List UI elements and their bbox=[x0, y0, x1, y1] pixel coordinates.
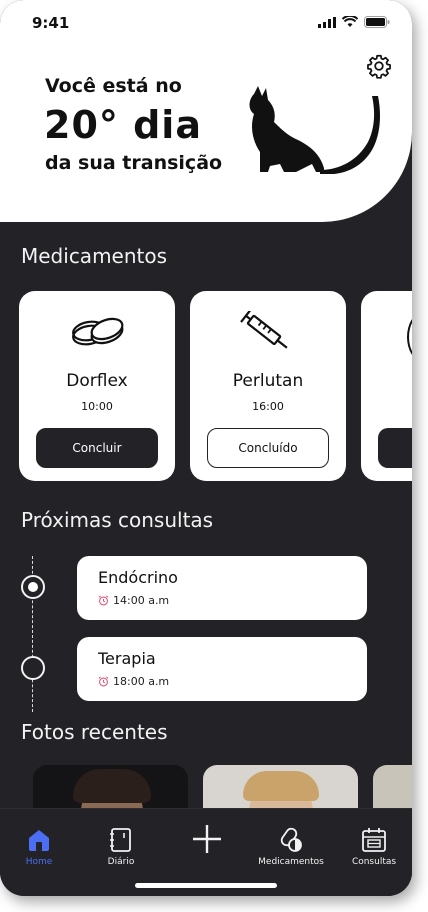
nav-add[interactable] bbox=[190, 823, 224, 855]
photos-title: Fotos recentes bbox=[21, 720, 168, 744]
timeline-dot-active bbox=[21, 575, 45, 599]
nav-medications[interactable]: Medicamentos bbox=[258, 827, 324, 867]
conclude-button[interactable]: Concluir bbox=[36, 428, 158, 468]
home-icon bbox=[29, 830, 49, 851]
portrait-hair bbox=[73, 769, 151, 803]
signal-icon bbox=[318, 16, 336, 28]
medication-card-dorflex[interactable]: Dorflex 10:00 Concluir bbox=[19, 291, 175, 481]
concluded-button[interactable]: Concluído bbox=[207, 428, 329, 468]
medication-button-partial[interactable] bbox=[378, 428, 412, 468]
appointment-time-text: 18:00 a.m bbox=[113, 675, 170, 688]
calendar-icon bbox=[362, 828, 386, 852]
settings-gear-icon[interactable] bbox=[366, 53, 392, 79]
diary-icon bbox=[110, 828, 131, 852]
capsule-icon bbox=[407, 313, 412, 361]
pills-icon bbox=[280, 827, 302, 852]
appointment-card-endocrino[interactable]: Endócrino 14:00 a.m bbox=[77, 556, 367, 620]
hero-caption: da sua transição bbox=[45, 152, 223, 174]
nav-home[interactable]: Home bbox=[24, 827, 54, 867]
appointment-time-text: 14:00 a.m bbox=[113, 594, 170, 607]
alarm-clock-icon bbox=[98, 676, 109, 687]
medication-card-partial[interactable] bbox=[361, 291, 412, 481]
wifi-icon bbox=[342, 16, 358, 27]
nav-label: Home bbox=[25, 857, 53, 867]
appointment-time: 14:00 a.m bbox=[98, 594, 169, 607]
plus-icon bbox=[193, 825, 221, 853]
status-icons bbox=[318, 16, 390, 28]
timeline-dot bbox=[21, 656, 45, 680]
nav-label: Consultas bbox=[351, 857, 397, 867]
hero-subtitle: Você está no bbox=[45, 75, 182, 97]
app-screen: 9:41 Você está no 20° dia da sua transiç… bbox=[0, 0, 412, 896]
portrait-hair bbox=[243, 771, 319, 801]
medication-card-perlutan[interactable]: Perlutan 16:00 Concluído bbox=[190, 291, 346, 481]
status-time: 9:41 bbox=[32, 14, 70, 32]
pills-icon bbox=[72, 317, 124, 346]
hero-card: 9:41 Você está no 20° dia da sua transiç… bbox=[0, 0, 412, 222]
nav-label: Medicamentos bbox=[258, 857, 324, 867]
syringe-icon bbox=[240, 311, 288, 349]
nav-appointments[interactable]: Consultas bbox=[350, 827, 398, 867]
nav-diary[interactable]: Diário bbox=[104, 827, 138, 867]
medication-name: Perlutan bbox=[232, 371, 304, 391]
medication-time: 16:00 bbox=[252, 400, 284, 413]
appointment-name: Terapia bbox=[98, 649, 156, 668]
appointments-title: Próximas consultas bbox=[21, 508, 214, 532]
hero-day-count: 20° dia bbox=[44, 103, 202, 147]
medication-time: 10:00 bbox=[81, 400, 113, 413]
battery-icon bbox=[364, 16, 390, 28]
medication-name: Dorflex bbox=[66, 371, 128, 391]
cat-illustration bbox=[249, 86, 380, 174]
appointment-name: Endócrino bbox=[98, 568, 178, 587]
appointment-card-terapia[interactable]: Terapia 18:00 a.m bbox=[77, 637, 367, 701]
nav-label: Diário bbox=[107, 857, 135, 867]
alarm-clock-icon bbox=[98, 595, 109, 606]
medications-title: Medicamentos bbox=[21, 244, 168, 268]
home-indicator bbox=[135, 883, 277, 888]
appointment-time: 18:00 a.m bbox=[98, 675, 169, 688]
